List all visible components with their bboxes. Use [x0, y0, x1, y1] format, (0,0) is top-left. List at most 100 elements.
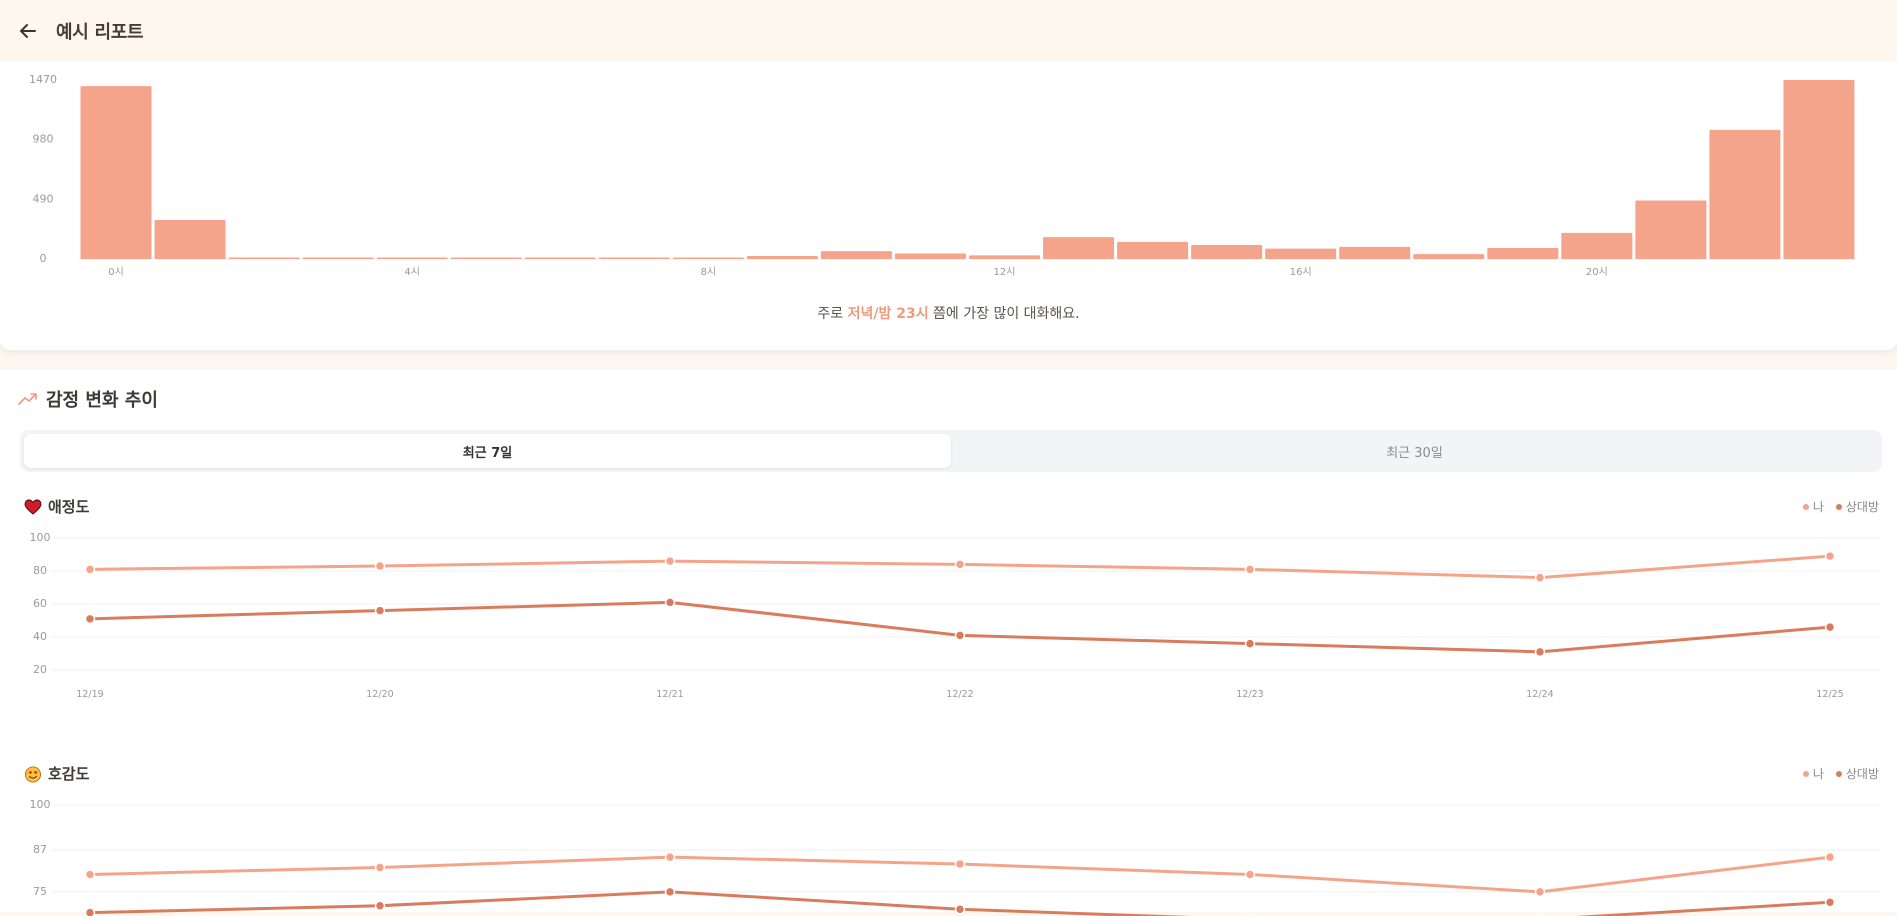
y-tick-label: 490: [33, 192, 54, 205]
y-tick-label: 87: [33, 843, 47, 856]
chart-header: 호감도: [24, 763, 89, 784]
affection-chart-block: 애정도 나 상대방 20 40 60 80 100 12/19 12/20 12/21 12/2…: [0, 496, 1897, 726]
summary-prefix: 주로: [817, 306, 848, 322]
legend-dot-partner: [1835, 770, 1842, 777]
data-point: [374, 900, 386, 911]
x-tick-label: 12/19: [76, 689, 103, 700]
hour-bar: [228, 257, 300, 259]
data-point: [374, 605, 386, 616]
chart-legend: 나 상대방: [1802, 498, 1879, 515]
hourly-summary: 주로 저녁/밤 23시 쯤에 가장 많이 대화해요.: [0, 303, 1897, 323]
tab-30-days[interactable]: 최근 30일: [951, 434, 1878, 468]
data-point: [664, 597, 676, 608]
legend-dot-me: [1802, 503, 1809, 510]
hour-bar: [969, 255, 1041, 259]
legend-partner: 상대방: [1835, 498, 1879, 515]
legend-partner: 상대방: [1835, 765, 1879, 782]
data-point: [374, 862, 386, 873]
smiling-face-hearts-icon: [25, 766, 41, 782]
data-point: [1244, 638, 1256, 649]
data-point: [954, 559, 966, 570]
legend-me: 나: [1802, 498, 1824, 515]
x-tick-label: 12/20: [366, 689, 393, 700]
hour-bar: [894, 253, 966, 259]
hour-bar: [450, 257, 522, 259]
hour-bar: [598, 257, 670, 259]
likability-chart-block: 호감도 나 상대방 75 87 100: [0, 763, 1897, 916]
data-point: [664, 555, 676, 567]
x-tick-label: 12시: [994, 266, 1016, 278]
hour-bar: [1339, 246, 1411, 259]
legend-label-me: 나: [1812, 767, 1824, 781]
x-tick-label: 12/25: [1816, 689, 1843, 700]
x-tick-label: 12/22: [946, 689, 973, 700]
data-point: [84, 613, 96, 625]
x-tick-label: 4시: [404, 266, 420, 278]
summary-highlight: 저녁/밤 23시: [847, 306, 929, 322]
hour-bar: [1265, 248, 1337, 259]
data-point: [1534, 572, 1546, 583]
data-point: [1824, 897, 1836, 908]
hour-bar: [154, 220, 226, 259]
data-point: [1824, 550, 1836, 562]
hour-bar: [1487, 248, 1559, 259]
x-tick-label: 0시: [108, 266, 124, 278]
y-tick-label: 20: [33, 663, 47, 676]
legend-label-partner: 상대방: [1845, 767, 1879, 781]
hourly-bar-chart: 0 490 980 1470 0시 4시 8시 12시 16시 20시: [29, 73, 1856, 278]
data-point: [954, 858, 966, 870]
chart-header: 애정도: [24, 496, 89, 517]
data-point: [1244, 564, 1256, 575]
likability-line-chart: 75 87 100: [30, 798, 1880, 916]
y-tick-label: 40: [33, 630, 47, 643]
x-tick-label: 12/24: [1526, 689, 1553, 700]
legend-label-partner: 상대방: [1845, 500, 1879, 514]
top-bar: 예시 리포트: [0, 0, 1897, 61]
y-tick-label: 80: [33, 564, 47, 577]
chart-title: 호감도: [48, 765, 90, 783]
data-point: [84, 869, 96, 880]
hour-bar: [80, 86, 152, 259]
hour-bar: [1191, 244, 1263, 259]
data-point: [84, 564, 96, 575]
heart-icon: [24, 499, 42, 515]
data-point: [1824, 621, 1836, 633]
data-point: [664, 886, 676, 898]
section-header: 감정 변화 추이: [18, 386, 158, 412]
data-point: [1534, 886, 1546, 898]
tab-7-days[interactable]: 최근 7일: [24, 434, 951, 468]
hour-bar: [524, 257, 596, 259]
trending-up-icon: [18, 393, 37, 405]
legend-dot-partner: [1835, 503, 1842, 510]
hour-bar: [302, 257, 374, 259]
x-tick-label: 12/23: [1236, 689, 1263, 700]
x-tick-label: 20시: [1586, 266, 1608, 278]
legend-dot-me: [1802, 770, 1809, 777]
hour-bar: [1635, 200, 1707, 259]
section-title: 감정 변화 추이: [46, 390, 158, 411]
hour-bar: [672, 257, 744, 259]
data-point: [664, 851, 676, 863]
back-button[interactable]: [14, 17, 42, 45]
y-tick-label: 1470: [29, 73, 57, 86]
period-tabs: 최근 7일 최근 30일: [20, 430, 1882, 472]
hour-bar: [1783, 80, 1855, 259]
data-point: [84, 907, 96, 916]
hour-bar: [1709, 129, 1781, 259]
y-tick-label: 100: [30, 531, 51, 544]
affection-line-chart: 20 40 60 80 100 12/19 12/20 12/21 12/22 12/23 12/2…: [30, 531, 1880, 700]
hour-bar: [1413, 254, 1485, 259]
y-tick-label: 980: [33, 133, 54, 146]
y-tick-label: 75: [33, 885, 47, 898]
page-title: 예시 리포트: [56, 22, 144, 43]
arrow-left-icon: [20, 24, 36, 38]
data-point: [1824, 851, 1836, 863]
emotion-trend-section: 감정 변화 추이 최근 7일 최근 30일 애정도 나 상대방 20 40 60 80…: [0, 370, 1897, 916]
x-tick-label: 16시: [1290, 266, 1312, 278]
data-point: [1534, 646, 1546, 658]
hour-bar: [820, 251, 892, 259]
hour-bar: [1043, 237, 1115, 259]
hour-bar: [746, 255, 818, 259]
x-tick-label: 8시: [701, 266, 717, 278]
series-line: [89, 600, 1831, 654]
